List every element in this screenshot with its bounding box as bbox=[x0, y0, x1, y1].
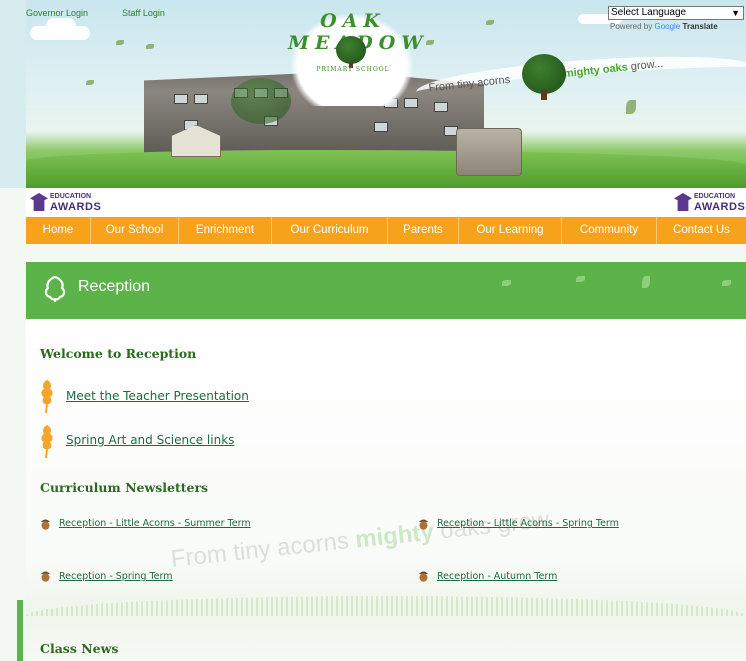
acorn-icon bbox=[419, 519, 428, 530]
leaf-decoration bbox=[626, 100, 636, 114]
main-nav: Home Our School Enrichment Our Curriculu… bbox=[26, 217, 746, 244]
newsletter-link[interactable]: Reception - Little Acorns - Summer Term bbox=[59, 518, 251, 529]
award-line2: AWARDS bbox=[694, 201, 746, 213]
leaf-decoration bbox=[426, 40, 434, 45]
school-sign bbox=[456, 128, 522, 176]
chevron-down-icon: ▼ bbox=[731, 8, 740, 18]
side-accent-bar bbox=[17, 600, 23, 661]
banner-left-edge bbox=[0, 0, 26, 188]
powered-by-google-translate[interactable]: Powered by Google Translate bbox=[610, 22, 718, 31]
leaf-decoration bbox=[486, 20, 494, 25]
acorn-icon bbox=[419, 571, 428, 582]
leaf-decoration bbox=[576, 276, 585, 282]
oak-leaf-icon bbox=[41, 425, 53, 459]
welcome-heading: Welcome to Reception bbox=[40, 346, 197, 361]
acorn-icon bbox=[41, 571, 50, 582]
leaf-decoration bbox=[146, 44, 154, 49]
award-line1: EDUCATION bbox=[694, 193, 736, 200]
oak-leaf-icon bbox=[41, 380, 53, 414]
class-news-heading: Class News bbox=[40, 641, 119, 656]
graduation-cap-icon bbox=[674, 193, 692, 211]
newsletters-heading: Curriculum Newsletters bbox=[40, 480, 209, 495]
spring-art-science-link[interactable]: Spring Art and Science links bbox=[66, 433, 234, 447]
language-select[interactable]: Select Language ▼ bbox=[608, 6, 744, 20]
nav-community[interactable]: Community bbox=[562, 217, 657, 244]
google-logo-text: Google bbox=[654, 22, 681, 31]
page-header: Reception bbox=[26, 262, 746, 319]
education-awards-badge-right: EDUCATION AWARDS bbox=[672, 190, 746, 215]
oak-tree-logo bbox=[336, 36, 366, 64]
leaf-decoration bbox=[502, 280, 511, 286]
nav-our-learning[interactable]: Our Learning bbox=[459, 217, 562, 244]
nav-our-curriculum[interactable]: Our Curriculum bbox=[272, 217, 388, 244]
oak-tree-trunk bbox=[541, 90, 547, 100]
meet-the-teacher-link[interactable]: Meet the Teacher Presentation bbox=[66, 389, 249, 403]
award-line1: EDUCATION bbox=[50, 193, 92, 200]
newsletter-link[interactable]: Reception - Little Acorns - Spring Term bbox=[437, 518, 619, 529]
powered-by-label: Powered by bbox=[610, 22, 653, 31]
cloud bbox=[46, 18, 76, 34]
newsletter-link[interactable]: Reception - Autumn Term bbox=[437, 571, 557, 582]
oak-tree-illustration bbox=[522, 54, 566, 94]
graduation-cap-icon bbox=[30, 193, 48, 211]
lawn bbox=[26, 150, 746, 188]
nav-parents[interactable]: Parents bbox=[388, 217, 459, 244]
school-logo-subtitle: PRIMARY SCHOOL bbox=[316, 66, 390, 73]
governor-login-link[interactable]: Governor Login bbox=[26, 8, 88, 18]
page-title: Reception bbox=[78, 278, 151, 295]
oak-leaf-icon bbox=[44, 275, 66, 302]
language-select-value: Select Language bbox=[611, 7, 687, 18]
leaf-decoration bbox=[722, 280, 731, 286]
nav-contact-us[interactable]: Contact Us bbox=[657, 217, 746, 244]
leaf-decoration bbox=[116, 40, 124, 45]
nav-our-school[interactable]: Our School bbox=[91, 217, 179, 244]
nav-home[interactable]: Home bbox=[26, 217, 91, 244]
nav-enrichment[interactable]: Enrichment bbox=[179, 217, 272, 244]
awards-strip: EDUCATION AWARDS EDUCATION AWARDS bbox=[26, 188, 746, 217]
award-line2: AWARDS bbox=[50, 201, 102, 213]
staff-login-link[interactable]: Staff Login bbox=[122, 8, 165, 18]
leaf-decoration bbox=[642, 276, 650, 288]
leaf-decoration bbox=[86, 80, 94, 85]
education-awards-badge-left: EDUCATION AWARDS bbox=[28, 190, 104, 215]
acorn-icon bbox=[41, 519, 50, 530]
newsletter-link[interactable]: Reception - Spring Term bbox=[59, 571, 173, 582]
translate-label: Translate bbox=[682, 22, 718, 31]
